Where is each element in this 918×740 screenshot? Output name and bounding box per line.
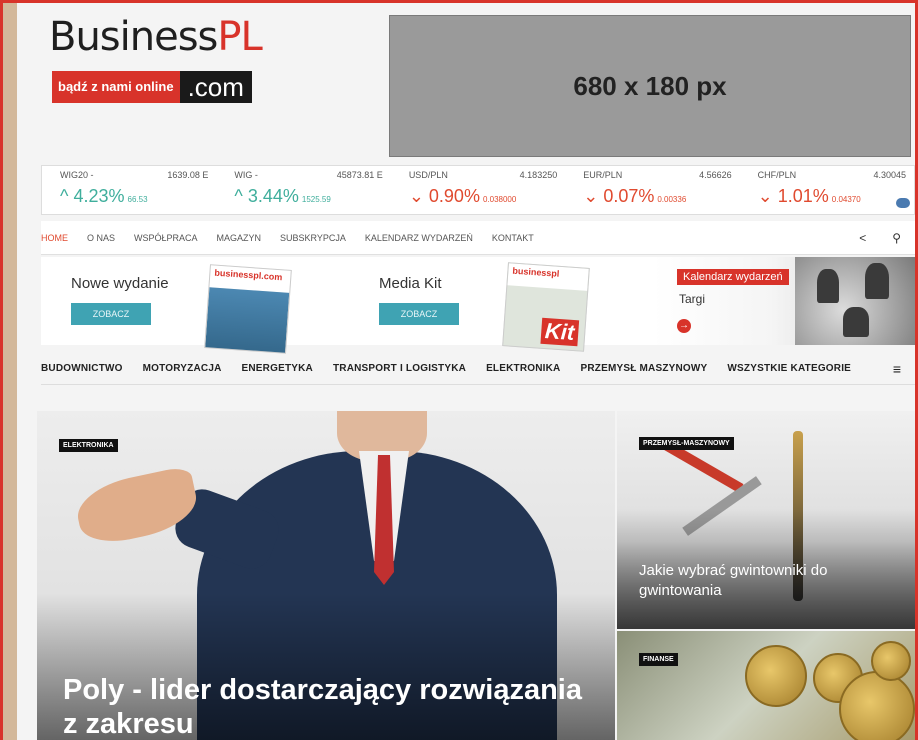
ticker-down-arrow-icon: ⌄ — [583, 186, 604, 206]
weather-cloud-icon[interactable] — [896, 198, 911, 208]
new-issue-button[interactable]: ZOBACZ — [71, 303, 151, 325]
ad-size-label: 680 x 180 px — [573, 70, 727, 101]
hero-article[interactable]: ELEKTRONIKA Poly - lider dostarczający r… — [37, 411, 615, 740]
logo-wordmark: BusinessPL — [49, 14, 263, 60]
new-issue-title: Nowe wydanie — [71, 275, 169, 292]
nav-o-nas[interactable]: O NAS — [87, 233, 115, 243]
hero-category-badge[interactable]: ELEKTRONIKA — [59, 439, 118, 452]
ticker-delta: 66.53 — [127, 195, 148, 204]
ticker-up-arrow-icon: ^ — [234, 186, 248, 206]
ticker-down-arrow-icon: ⌄ — [408, 186, 429, 206]
tile-category-badge[interactable]: PRZEMYSŁ-MASZYNOWY — [639, 437, 734, 450]
ticker-delta: 1525.59 — [301, 195, 331, 204]
ticker-value: 4.183250 — [519, 170, 558, 180]
ticker-name: WIG - — [234, 170, 258, 180]
ticker-change: 0.90% — [428, 186, 480, 206]
ticker-name: EUR/PLN — [583, 170, 623, 180]
calendar-subtitle: Targi — [679, 292, 706, 306]
article-tile[interactable]: PRZEMYSŁ-MASZYNOWY Jakie wybrać gwintown… — [617, 411, 915, 629]
category-elektronika[interactable]: ELEKTRONIKA — [486, 363, 560, 374]
ticker-delta: 0.00336 — [657, 195, 687, 204]
ticker-change: 4.23% — [73, 186, 125, 206]
nav-magazyn[interactable]: MAGAZYN — [217, 233, 262, 243]
category-przemysl[interactable]: PRZEMYSŁ MASZYNOWY — [580, 363, 707, 374]
logo-tag-left: bądź z nami online — [52, 71, 180, 103]
tile-category-badge[interactable]: FINANSE — [639, 653, 678, 666]
category-transport[interactable]: TRANSPORT I LOGISTYKA — [333, 363, 466, 374]
site-logo[interactable]: BusinessPL bądź z nami online .com — [49, 17, 289, 117]
category-all[interactable]: WSZYSTKIE KATEGORIE — [727, 363, 851, 374]
logo-tagline: bądź z nami online .com — [52, 71, 252, 103]
ticker-item[interactable]: USD/PLN 4.183250 ⌄ 0.90% 0.038000 — [391, 166, 565, 214]
hamburger-menu-icon[interactable]: ≡ — [893, 361, 901, 377]
ticker-delta: 0.038000 — [482, 195, 517, 204]
ad-banner-placeholder[interactable]: 680 x 180 px — [389, 15, 911, 157]
nav-kalendarz[interactable]: KALENDARZ WYDARZEŃ — [365, 233, 473, 243]
website-page: BusinessPL bądź z nami online .com 680 x… — [17, 3, 915, 740]
ticker-value: 4.56626 — [699, 170, 732, 180]
logo-tag-right: .com — [179, 71, 252, 103]
ticker-item[interactable]: WIG20 - 1639.08 E ^ 4.23% 66.53 — [42, 166, 216, 214]
media-kit-button[interactable]: ZOBACZ — [379, 303, 459, 325]
ticker-item[interactable]: WIG - 45873.81 E ^ 3.44% 1525.59 — [216, 166, 390, 214]
ticker-delta: 0.04370 — [831, 195, 861, 204]
nav-subskrypcja[interactable]: SUBSKRYPCJA — [280, 233, 346, 243]
ticker-value: 4.30045 — [873, 170, 907, 180]
media-kit-title: Media Kit — [379, 275, 442, 292]
magazine-cover[interactable]: businesspl.com — [204, 264, 292, 354]
tile-title[interactable]: Jakie wybrać gwintowniki do gwintowania — [639, 561, 889, 601]
ticker-value: 45873.81 E — [336, 170, 383, 180]
media-kit-cover[interactable]: businesspl Kit — [502, 262, 590, 352]
ticker-down-arrow-icon: ⌄ — [757, 186, 778, 206]
calendar-badge: Kalendarz wydarzeń — [677, 269, 789, 285]
category-energetyka[interactable]: ENERGETYKA — [242, 363, 313, 374]
ticker-change: 0.07% — [603, 186, 655, 206]
nav-kontakt[interactable]: KONTAKT — [492, 233, 534, 243]
share-icon[interactable]: < — [859, 231, 866, 245]
nav-home[interactable]: HOME — [41, 233, 68, 243]
kit-label: Kit — [540, 317, 580, 347]
arrow-right-icon[interactable]: → — [677, 319, 691, 333]
promo-strip: Nowe wydanie ZOBACZ businesspl.com Media… — [41, 257, 915, 354]
category-navigation: BUDOWNICTWO MOTORYZACJA ENERGETYKA TRANS… — [41, 353, 915, 385]
ticker-item[interactable]: EUR/PLN 4.56626 ⌄ 0.07% 0.00336 — [565, 166, 739, 214]
business-meeting-photo — [795, 257, 915, 345]
category-motoryzacja[interactable]: MOTORYZACJA — [143, 363, 222, 374]
calendar-banner[interactable]: Kalendarz wydarzeń Targi → — [653, 257, 915, 345]
ticker-change: 1.01% — [777, 186, 829, 206]
nav-wspolpraca[interactable]: WSPÓŁPRACA — [134, 233, 198, 243]
top-navigation: HOME O NAS WSPÓŁPRACA MAGAZYN SUBSKRYPCJ… — [41, 221, 915, 255]
ticker-name: WIG20 - — [60, 170, 94, 180]
hero-title[interactable]: Poly - lider dostarczający rozwiązania z… — [63, 673, 583, 740]
category-budownictwo[interactable]: BUDOWNICTWO — [41, 363, 123, 374]
media-kit-cover-logo: businesspl — [507, 263, 589, 291]
ticker-up-arrow-icon: ^ — [60, 186, 74, 206]
market-ticker: WIG20 - 1639.08 E ^ 4.23% 66.53 WIG - 45873… — [41, 165, 915, 215]
ticker-name: USD/PLN — [408, 170, 448, 180]
search-icon[interactable]: ⚲ — [892, 231, 901, 245]
article-tile[interactable]: FINANSE — [617, 631, 915, 740]
ticker-name: CHF/PLN — [757, 170, 797, 180]
ticker-value: 1639.08 E — [167, 170, 209, 180]
ticker-item[interactable]: CHF/PLN 4.30045 ⌄ 1.01% 0.04370 — [740, 166, 914, 214]
ticker-change: 3.44% — [247, 186, 299, 206]
